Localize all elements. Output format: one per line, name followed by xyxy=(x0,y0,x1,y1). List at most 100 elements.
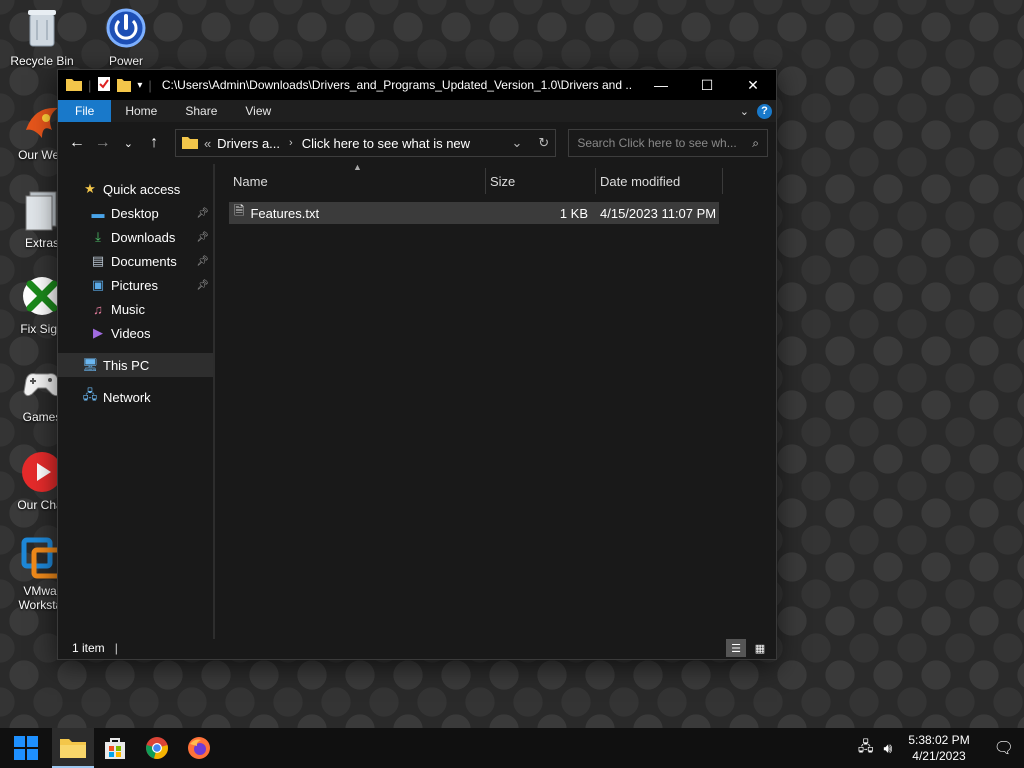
download-icon: ⤓ xyxy=(95,229,101,244)
sidebar-item-desktop[interactable]: ▬ Desktop 📌︎ xyxy=(58,201,213,225)
ribbon-tabs: File Home Share View ⌄ ? xyxy=(58,100,776,122)
windows-logo-icon xyxy=(14,736,38,760)
notification-icon[interactable]: 🗨︎ xyxy=(994,738,1014,758)
expand-ribbon-chevron-icon[interactable]: ⌄ xyxy=(740,105,749,118)
taskbar-store[interactable] xyxy=(94,728,136,768)
pin-icon[interactable]: 📌︎ xyxy=(196,208,209,219)
clock-date: 4/21/2023 xyxy=(912,749,966,763)
sidebar-item-label: Pictures xyxy=(111,277,158,293)
forward-arrow-icon[interactable]: → xyxy=(92,134,114,152)
recycle-bin-icon xyxy=(20,6,64,50)
item-count: 1 item xyxy=(72,641,105,655)
maximize-button[interactable]: ☐ xyxy=(684,70,730,100)
quick-access-toolbar: | ▾ | xyxy=(66,76,152,95)
file-row[interactable]: 🗎︎ Features.txt 1 KB 4/15/2023 11:07 PM xyxy=(229,202,719,224)
tab-view[interactable]: View xyxy=(231,100,285,122)
desktop-icon-label: Power xyxy=(108,54,143,68)
file-size: 1 KB xyxy=(559,205,588,221)
sidebar-item-label: Videos xyxy=(111,325,151,341)
pin-icon[interactable]: 📌︎ xyxy=(196,232,209,243)
up-arrow-icon[interactable]: ↑ xyxy=(143,134,165,152)
taskbar-chrome[interactable] xyxy=(136,728,178,768)
desktop-icon-power[interactable]: Power xyxy=(88,6,164,68)
pin-icon[interactable]: 📌︎ xyxy=(196,256,209,267)
sidebar-item-label: Desktop xyxy=(111,205,159,221)
sidebar-item-videos[interactable]: ▶ Videos xyxy=(58,321,213,345)
file-date-modified: 4/15/2023 11:07 PM xyxy=(600,205,717,221)
large-icons-view-icon[interactable]: ▦ xyxy=(750,639,770,657)
file-name: Features.txt xyxy=(250,205,320,221)
clock[interactable]: 5:38:02 PM 4/21/2023 xyxy=(902,732,975,764)
pin-icon[interactable]: 📌︎ xyxy=(196,280,209,291)
title-bar[interactable]: | ▾ | C:\Users\Admin\Downloads\Drivers_a… xyxy=(58,70,776,100)
sidebar-item-label: Quick access xyxy=(103,181,181,197)
tab-share[interactable]: Share xyxy=(171,100,231,122)
chrome-icon xyxy=(146,737,168,759)
video-icon: ▶ xyxy=(93,325,103,340)
desktop-icon-label: Recycle Bin xyxy=(10,54,74,68)
desktop-icon-label: VMwar xyxy=(23,584,61,598)
taskbar-file-explorer[interactable] xyxy=(52,728,94,768)
music-icon: ♫ xyxy=(93,301,103,317)
help-icon[interactable]: ? xyxy=(757,103,772,119)
column-headers: Name Size Date modified xyxy=(229,164,776,198)
navigation-pane: ★ Quick access ▬ Desktop 📌︎ ⤓ Downloads … xyxy=(58,164,215,639)
properties-icon[interactable] xyxy=(97,76,111,95)
store-icon xyxy=(105,738,125,759)
desktop-icon-recycle-bin[interactable]: Recycle Bin xyxy=(4,6,80,68)
breadcrumb-overflow[interactable]: « xyxy=(204,136,211,151)
sidebar-item-this-pc[interactable]: 🖥︎ This PC xyxy=(58,353,213,377)
status-separator: | xyxy=(114,641,118,655)
recent-locations-chevron-icon[interactable]: ⌄ xyxy=(117,137,139,150)
minimize-button[interactable]: — xyxy=(638,70,684,100)
tab-file[interactable]: File xyxy=(58,100,112,122)
toolbar-separator: | xyxy=(88,77,92,93)
back-arrow-icon[interactable]: ← xyxy=(66,134,88,152)
sidebar-item-label: Downloads xyxy=(111,229,176,245)
firefox-icon xyxy=(188,737,210,759)
new-folder-icon[interactable] xyxy=(117,76,132,95)
file-list-pane: ▲ Name Size Date modified 🗎︎ Features.tx… xyxy=(215,162,776,639)
sidebar-item-label: This PC xyxy=(103,357,150,373)
status-bar: 1 item | ☰ ▦ xyxy=(58,637,776,659)
computer-icon: 🖥︎ xyxy=(82,357,99,372)
navigation-bar: ← → ⌄ ↑ « Drivers a... › Click here to s… xyxy=(58,122,776,164)
search-placeholder: Search Click here to see wh... xyxy=(577,136,737,150)
address-dropdown-chevron-icon[interactable]: ⌄ xyxy=(512,135,523,151)
desktop-folder-icon: ▬ xyxy=(91,205,105,221)
sidebar-item-downloads[interactable]: ⤓ Downloads 📌︎ xyxy=(58,225,213,249)
column-header-date-modified[interactable]: Date modified xyxy=(596,168,723,194)
star-icon: ★ xyxy=(84,181,96,196)
network-icon[interactable]: 🖧︎ xyxy=(858,736,874,760)
refresh-icon[interactable]: ↻ xyxy=(538,135,549,151)
desktop-icon-label: Games xyxy=(22,410,62,424)
sort-ascending-icon: ▲ xyxy=(353,162,362,172)
sidebar-item-label: Network xyxy=(103,389,151,405)
sidebar-item-pictures[interactable]: ▣ Pictures 📌︎ xyxy=(58,273,213,297)
column-header-size[interactable]: Size xyxy=(486,168,596,194)
taskbar: 🖧︎ 🔊︎ 5:38:02 PM 4/21/2023 🗨︎ xyxy=(0,728,1024,768)
start-button[interactable] xyxy=(0,728,52,768)
document-icon: ▤ xyxy=(91,253,105,268)
text-file-icon: 🗎︎ xyxy=(234,203,245,218)
breadcrumb-item[interactable]: Click here to see what is new xyxy=(302,136,470,151)
folder-icon xyxy=(181,135,198,152)
sidebar-item-music[interactable]: ♫ Music xyxy=(58,297,213,321)
customize-toolbar-chevron-icon[interactable]: ▾ xyxy=(137,80,142,91)
sidebar-item-quick-access[interactable]: ★ Quick access xyxy=(58,177,213,201)
search-icon: ⌕ xyxy=(752,135,760,150)
search-input[interactable]: Search Click here to see wh... ⌕ xyxy=(568,129,769,157)
tab-home[interactable]: Home xyxy=(111,100,171,122)
power-icon xyxy=(104,6,148,50)
window-title: C:\Users\Admin\Downloads\Drivers_and_Pro… xyxy=(161,78,632,92)
details-view-icon[interactable]: ☰ xyxy=(726,639,746,657)
sidebar-item-documents[interactable]: ▤ Documents 📌︎ xyxy=(58,249,213,273)
breadcrumb-item[interactable]: Drivers a... xyxy=(217,136,280,151)
breadcrumb-separator-icon[interactable]: › xyxy=(289,137,293,149)
volume-icon[interactable]: 🔊︎ xyxy=(883,740,892,757)
taskbar-firefox[interactable] xyxy=(178,728,220,768)
address-bar[interactable]: « Drivers a... › Click here to see what … xyxy=(174,129,557,157)
close-button[interactable]: ✕ xyxy=(730,70,776,100)
sidebar-item-network[interactable]: 🖧︎ Network xyxy=(58,385,213,409)
file-explorer-icon xyxy=(60,739,86,758)
